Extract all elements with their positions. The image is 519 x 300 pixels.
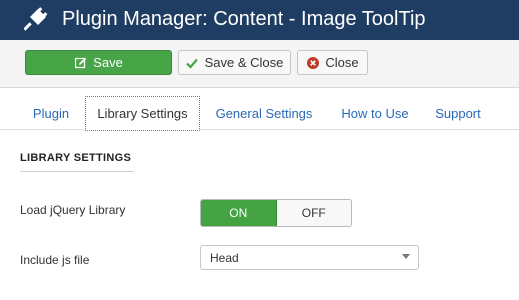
- tab-how-to-use[interactable]: How to Use: [329, 96, 421, 130]
- page-title: Plugin Manager: Content - Image ToolTip: [62, 8, 426, 30]
- tab-plugin[interactable]: Plugin: [20, 96, 82, 130]
- toolbar: Save Save & Close Close: [0, 40, 519, 88]
- load-jquery-label: Load jQuery Library: [20, 203, 126, 217]
- tab-bar: Plugin Library Settings General Settings…: [0, 88, 519, 131]
- save-close-button-label: Save & Close: [204, 55, 284, 70]
- close-button[interactable]: Close: [297, 50, 368, 75]
- tab-support[interactable]: Support: [426, 96, 490, 130]
- edit-icon: [74, 56, 87, 69]
- page-header: Plugin Manager: Content - Image ToolTip: [0, 0, 519, 40]
- tab-library-settings[interactable]: Library Settings: [85, 96, 200, 131]
- plug-icon: [24, 7, 48, 31]
- load-jquery-toggle: ON OFF: [200, 199, 352, 227]
- include-js-selected-value: Head: [210, 250, 239, 265]
- tab-general-settings[interactable]: General Settings: [204, 96, 324, 130]
- section-title: LIBRARY SETTINGS: [20, 152, 134, 172]
- toggle-off-option[interactable]: OFF: [276, 200, 351, 226]
- close-button-label: Close: [325, 55, 359, 70]
- save-close-button[interactable]: Save & Close: [178, 50, 291, 75]
- save-button[interactable]: Save: [25, 50, 172, 75]
- chevron-down-icon: [402, 254, 410, 259]
- save-button-label: Save: [93, 55, 123, 70]
- close-circle-icon: [306, 56, 319, 69]
- toggle-on-option[interactable]: ON: [201, 200, 277, 226]
- include-js-select[interactable]: Head: [200, 245, 419, 270]
- check-icon: [186, 56, 199, 69]
- include-js-label: Include js file: [20, 253, 90, 267]
